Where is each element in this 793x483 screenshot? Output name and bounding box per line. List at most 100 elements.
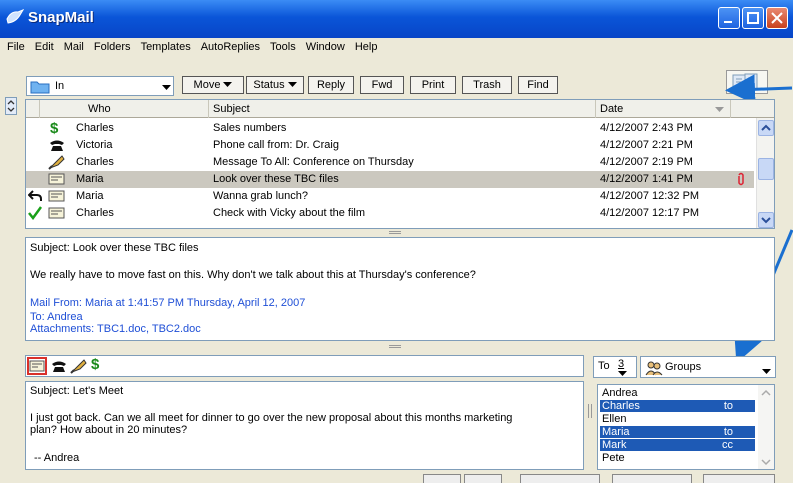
chevron-down-icon[interactable] <box>760 457 772 467</box>
compose-signature[interactable]: -- Andrea <box>34 452 79 464</box>
header-status[interactable] <box>26 100 40 118</box>
message-row[interactable]: Victoria Phone call from: Dr. Craig 4/12… <box>26 137 754 154</box>
groups-label: Groups <box>665 361 702 373</box>
recipient-tag: to <box>723 400 733 412</box>
recipient-name: Ellen <box>602 413 627 425</box>
scroll-down-button[interactable] <box>758 212 774 228</box>
header-date[interactable]: Date <box>596 100 731 118</box>
recipient-name: Charles <box>602 400 640 412</box>
preview-body: We really have to move fast on this. Why… <box>30 269 476 281</box>
compose-subject[interactable]: Subject: Let's Meet <box>30 385 123 397</box>
message-date: 4/12/2007 2:43 PM <box>600 122 693 134</box>
bottom-button-4[interactable] <box>612 474 692 483</box>
message-who: Victoria <box>76 139 113 151</box>
recipient-name: Maria <box>602 426 630 438</box>
megaphone-icon[interactable] <box>70 358 88 374</box>
message-who: Charles <box>76 156 114 168</box>
recipient-item[interactable]: Maria to <box>600 426 755 438</box>
message-subject: Check with Vicky about the film <box>213 207 366 219</box>
message-list: Who Subject Date $ Charles Sales numbers… <box>25 99 775 229</box>
envelope-icon <box>48 207 65 219</box>
recipient-scrollbar[interactable] <box>758 385 774 469</box>
chevron-down-icon <box>762 369 771 374</box>
chevron-down-icon <box>761 217 771 224</box>
chevron-down-icon <box>618 371 627 376</box>
message-row[interactable]: Charles Message To All: Conference on Th… <box>26 154 754 171</box>
dollar-icon[interactable]: $ <box>91 356 99 373</box>
recipient-name: Mark <box>602 439 627 451</box>
message-row[interactable]: Maria Wanna grab lunch? 4/12/2007 12:32 … <box>26 188 754 205</box>
groups-dropdown[interactable]: Groups <box>640 356 776 378</box>
recipient-item[interactable]: Charles to <box>600 400 755 412</box>
message-who: Maria <box>76 190 104 202</box>
header-date-label: Date <box>600 103 624 115</box>
message-subject: Message To All: Conference on Thursday <box>213 156 414 168</box>
dollar-icon: $ <box>50 120 59 137</box>
message-who: Charles <box>76 207 114 219</box>
bottom-button-2[interactable] <box>464 474 502 483</box>
message-who: Charles <box>76 122 114 134</box>
phone-icon[interactable] <box>50 359 68 373</box>
recipient-item[interactable]: Pete <box>600 452 755 464</box>
bottom-button-5[interactable] <box>703 474 775 483</box>
message-date: 4/12/2007 12:17 PM <box>600 207 700 219</box>
paperclip-icon <box>738 172 744 186</box>
message-who: Maria <box>76 173 104 185</box>
preview-attachments[interactable]: Attachments: TBC1.doc, TBC2.doc <box>30 323 201 335</box>
message-date: 4/12/2007 1:41 PM <box>600 173 693 185</box>
compose-type-bar: $ <box>25 355 584 377</box>
message-subject: Sales numbers <box>213 122 287 134</box>
splitter-grip <box>389 345 401 348</box>
message-list-scrollbar[interactable] <box>756 118 774 228</box>
recipient-name: Andrea <box>602 387 638 399</box>
recipient-item[interactable]: Ellen <box>600 413 755 425</box>
envelope-icon <box>48 190 65 202</box>
recipient-name: Pete <box>602 452 625 464</box>
to-button[interactable]: To 3 <box>593 356 637 378</box>
message-date: 4/12/2007 12:32 PM <box>600 190 700 202</box>
list-expand-button[interactable] <box>5 97 17 115</box>
header-who[interactable]: Who <box>84 100 209 118</box>
recipient-list: Andrea Charles to Ellen Maria to Mark cc Pe… <box>597 384 775 470</box>
sort-desc-icon <box>715 107 724 112</box>
reply-arrow-icon <box>28 190 42 201</box>
bottom-button-1[interactable] <box>423 474 461 483</box>
preview-to: To: Andrea <box>30 311 83 323</box>
preview-pane: Subject: Look over these TBC files We re… <box>25 237 775 341</box>
people-icon <box>645 361 663 376</box>
preview-from: Mail From: Maria at 1:41:57 PM Thursday,… <box>30 297 306 309</box>
arrow-to-view-toggle <box>725 74 793 105</box>
message-date: 4/12/2007 2:21 PM <box>600 139 693 151</box>
preview-compose-splitter[interactable] <box>25 343 775 351</box>
chevron-up-icon[interactable] <box>760 388 772 398</box>
compose-body[interactable]: Subject: Let's Meet I just got back. Can… <box>25 381 584 470</box>
message-list-header: Who Subject Date <box>26 100 774 118</box>
compose-recipient-splitter[interactable] <box>588 404 592 418</box>
checkmark-icon <box>28 206 42 220</box>
mail-type-button[interactable] <box>27 357 47 375</box>
compose-body-line1[interactable]: I just got back. Can we all meet for din… <box>30 412 512 424</box>
chevron-up-icon <box>761 124 771 131</box>
recipient-tag: cc <box>722 439 733 451</box>
phone-icon <box>50 140 64 151</box>
list-preview-splitter[interactable] <box>25 229 775 237</box>
recipient-item[interactable]: Andrea <box>600 387 755 399</box>
message-subject: Wanna grab lunch? <box>213 190 308 202</box>
message-subject: Phone call from: Dr. Craig <box>213 139 339 151</box>
message-row[interactable]: Charles Check with Vicky about the film … <box>26 205 754 222</box>
bottom-button-3[interactable] <box>520 474 600 483</box>
scroll-up-button[interactable] <box>758 120 774 136</box>
message-row-selected[interactable]: Maria Look over these TBC files 4/12/200… <box>26 171 754 188</box>
compose-body-line2[interactable]: plan? How about in 20 minutes? <box>30 424 187 436</box>
header-subject[interactable]: Subject <box>209 100 596 118</box>
message-date: 4/12/2007 2:19 PM <box>600 156 693 168</box>
envelope-icon <box>48 173 65 185</box>
expand-collapse-icon <box>7 100 15 112</box>
megaphone-icon <box>48 155 65 170</box>
message-row[interactable]: $ Charles Sales numbers 4/12/2007 2:43 P… <box>26 120 754 137</box>
scroll-thumb[interactable] <box>758 158 774 180</box>
message-subject: Look over these TBC files <box>213 173 339 185</box>
to-count: 3 <box>618 358 625 370</box>
envelope-icon <box>29 360 45 372</box>
recipient-item[interactable]: Mark cc <box>600 439 755 451</box>
